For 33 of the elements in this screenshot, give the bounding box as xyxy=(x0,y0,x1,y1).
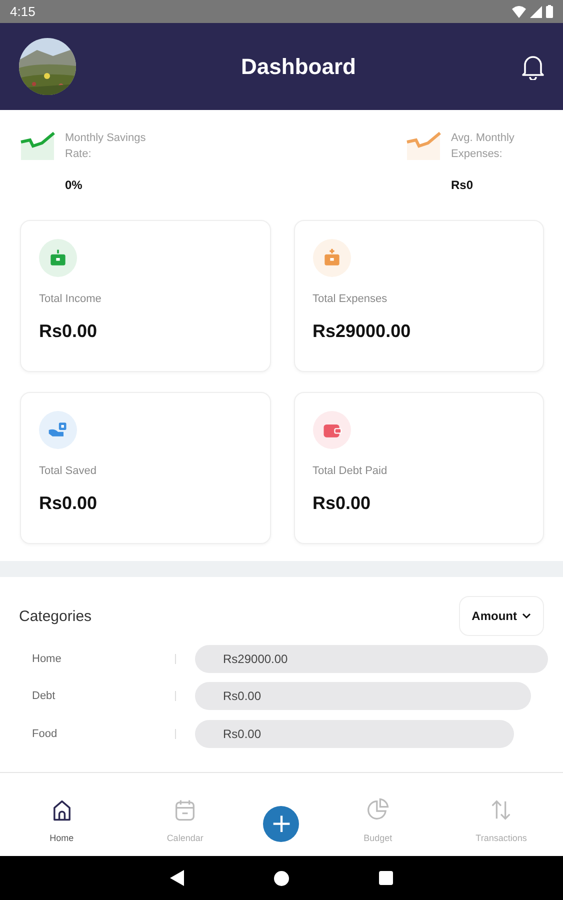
page-title: Dashboard xyxy=(241,54,356,80)
nav-tab[interactable]: Home xyxy=(16,773,107,844)
wifi-icon xyxy=(512,6,526,18)
card-amount: Rs0.00 xyxy=(39,493,98,514)
stat-value: Rs0 xyxy=(451,178,474,194)
amount-bar: Rs29000.00 xyxy=(195,644,548,673)
card-label: Total Debt Paid xyxy=(312,465,388,477)
section-title: Categories xyxy=(19,608,92,624)
card-amount: Rs0.00 xyxy=(39,321,98,342)
signal-icon xyxy=(530,6,542,18)
amount-bar: Rs0.00 xyxy=(195,720,514,748)
card-amount: Rs0.00 xyxy=(312,493,372,514)
add-button[interactable]: + xyxy=(263,806,300,842)
trend-line-icon xyxy=(406,130,442,160)
sort-dropdown[interactable]: Amount xyxy=(458,596,544,636)
card-label: Total Expenses xyxy=(312,293,388,305)
amount-bar: Rs0.00 xyxy=(195,682,531,710)
home-button-icon[interactable] xyxy=(274,870,289,886)
back-icon[interactable] xyxy=(170,870,184,886)
category-name: Home xyxy=(31,652,62,665)
card-label: Total Income xyxy=(39,293,102,305)
stat-value: 0% xyxy=(65,178,84,194)
notification-bell-icon[interactable] xyxy=(520,54,545,80)
trend-line-icon xyxy=(20,130,56,160)
card-amount: Rs29000.00 xyxy=(312,321,412,342)
category-name: Food xyxy=(31,728,58,740)
status-time: 4:15 xyxy=(10,4,36,19)
battery-icon xyxy=(546,5,553,18)
card-label: Total Saved xyxy=(39,465,98,477)
stat-label: Avg. Monthly Expenses: xyxy=(451,131,516,162)
stat-label: Monthly Savings Rate: xyxy=(65,131,147,162)
category-name: Debt xyxy=(31,690,56,702)
chevron-down-icon xyxy=(522,613,531,619)
